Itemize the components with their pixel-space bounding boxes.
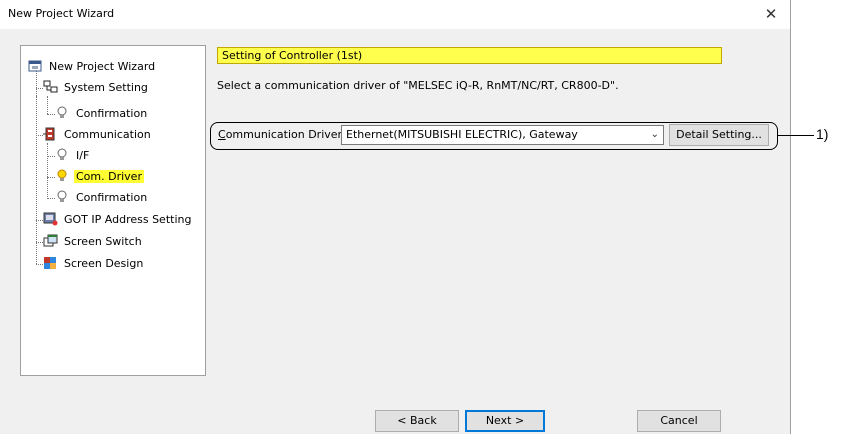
callout-label: 1) <box>816 126 829 142</box>
wizard-step-tree: New Project Wizard System Setting Confir… <box>20 45 206 376</box>
tree-connector <box>36 220 43 221</box>
tree-connector <box>47 198 55 199</box>
tree-connector <box>47 156 55 157</box>
tree-item-screen-switch[interactable]: Screen Switch <box>43 233 144 251</box>
tree-connector <box>36 242 43 243</box>
title-bar: New Project Wizard ✕ <box>0 0 790 29</box>
chevron-down-icon[interactable]: ⌄ <box>651 126 659 144</box>
tree-connector <box>36 88 43 89</box>
bulb-icon <box>57 190 67 202</box>
tree-connector <box>47 177 55 178</box>
close-icon[interactable]: ✕ <box>761 4 781 24</box>
tree-item-system-confirmation[interactable]: Confirmation <box>55 105 149 123</box>
wizard-icon <box>28 60 42 72</box>
detail-setting-button[interactable]: Detail Setting... <box>669 124 769 146</box>
tree-item-screen-design[interactable]: Screen Design <box>43 255 145 273</box>
tree-connector <box>47 96 48 114</box>
communication-driver-label: Communication Driver: <box>218 128 346 141</box>
tree-item-comm-confirmation[interactable]: Confirmation <box>55 189 149 207</box>
tree-connector <box>36 135 43 136</box>
tree-item-label: New Project Wizard <box>49 60 156 73</box>
screen-switch-icon <box>43 234 58 247</box>
bulb-icon <box>57 106 67 118</box>
bulb-icon <box>57 148 67 160</box>
cancel-button-label: Cancel <box>660 414 698 427</box>
communication-icon <box>43 127 55 141</box>
tree-item-got-ip-address-setting[interactable]: GOT IP Address Setting <box>43 211 193 229</box>
tree-connector <box>47 143 48 199</box>
communication-driver-label-text: ommunication Driver: <box>225 128 346 141</box>
tree-item-label: GOT IP Address Setting <box>64 213 192 226</box>
tree-item-communication[interactable]: Communication <box>43 126 153 144</box>
tree-item-label: Communication <box>64 128 151 141</box>
wizard-window: New Project Wizard ✕ New Project Wizard … <box>0 0 791 434</box>
system-setting-icon <box>43 80 58 93</box>
next-button[interactable]: Next > <box>465 410 545 432</box>
bulb-lit-icon <box>57 169 67 181</box>
tree-item-label: Com. Driver <box>74 170 144 183</box>
ip-address-icon <box>43 212 58 226</box>
tree-item-label: Confirmation <box>76 107 148 120</box>
tree-item-new-project-wizard[interactable]: New Project Wizard <box>28 58 157 76</box>
tree-item-label: I/F <box>76 149 90 162</box>
tree-item-if[interactable]: I/F <box>55 147 91 165</box>
window-title: New Project Wizard <box>8 7 115 20</box>
back-button-label: < Back <box>397 414 437 427</box>
tree-item-label: Screen Design <box>64 257 144 270</box>
communication-driver-value: Ethernet(MITSUBISHI ELECTRIC), Gateway <box>346 128 578 141</box>
detail-setting-label: Detail Setting... <box>676 128 762 141</box>
tree-item-label: System Setting <box>64 81 148 94</box>
tree-connector <box>36 264 43 265</box>
communication-driver-select[interactable]: Ethernet(MITSUBISHI ELECTRIC), Gateway ⌄ <box>341 125 664 145</box>
callout-leader-line <box>778 135 814 136</box>
tree-item-system-setting[interactable]: System Setting <box>43 79 150 97</box>
tree-connector <box>47 114 55 115</box>
section-header: Setting of Controller (1st) <box>217 47 722 64</box>
tree-item-label: Confirmation <box>76 191 148 204</box>
back-button[interactable]: < Back <box>375 410 459 432</box>
screen-design-icon <box>44 257 56 269</box>
instruction-text: Select a communication driver of "MELSEC… <box>217 79 619 92</box>
cancel-button[interactable]: Cancel <box>637 410 721 432</box>
tree-item-label: Screen Switch <box>64 235 142 248</box>
tree-item-com-driver[interactable]: Com. Driver <box>55 168 144 186</box>
tree-connector <box>36 96 37 264</box>
next-button-label: Next > <box>485 414 525 427</box>
